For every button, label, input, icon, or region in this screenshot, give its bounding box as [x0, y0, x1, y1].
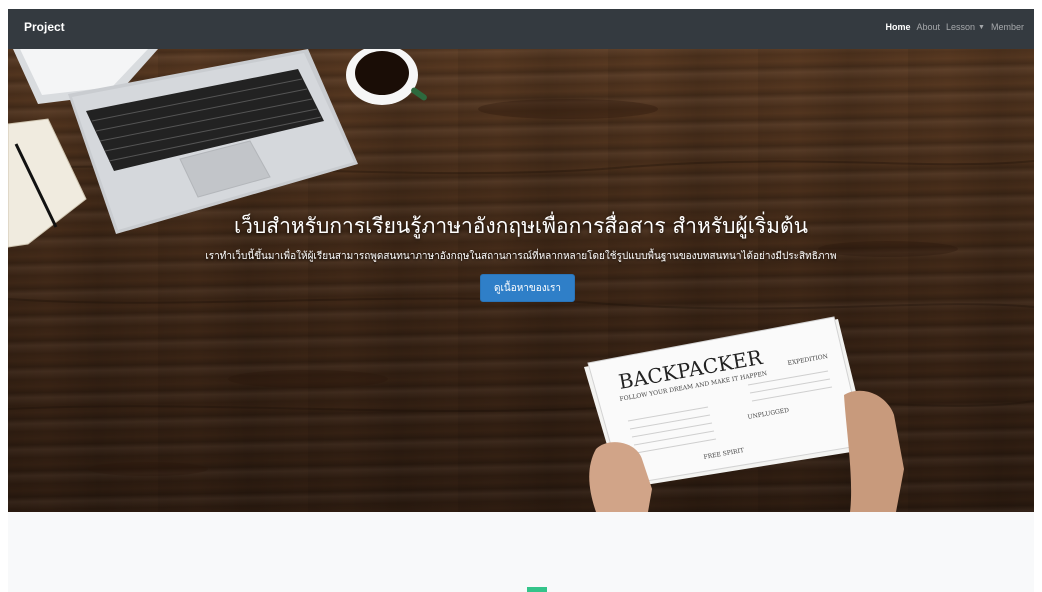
hero-section: BACKPACKER FOLLOW YOUR DREAM AND MAKE IT…: [8, 49, 1034, 512]
navbar: Project Home About Lesson ▼ Member: [8, 9, 1034, 49]
nav-home[interactable]: Home: [885, 22, 910, 32]
coffee-cup-image: [346, 49, 427, 105]
navbar-brand[interactable]: Project: [24, 20, 65, 34]
nav-links: Home About Lesson ▼ Member: [885, 22, 1024, 32]
section-accent-bar: [527, 587, 547, 592]
page-frame: Project Home About Lesson ▼ Member BACKP…: [8, 9, 1034, 592]
nav-member[interactable]: Member: [991, 22, 1024, 32]
nav-lesson[interactable]: Lesson: [946, 22, 975, 32]
view-content-button[interactable]: ดูเนื้อหาของเรา: [480, 274, 575, 302]
nav-lesson-dropdown[interactable]: Lesson ▼: [946, 22, 985, 32]
hero-subtitle: เราทำเว็บนี้ขึ้นมาเพื่อให้ผู้เรียนสามารถ…: [205, 251, 837, 262]
caret-down-icon: ▼: [978, 23, 985, 31]
hero-title: เว็บสำหรับการเรียนรู้ภาษาอังกฤษเพื่อการส…: [233, 214, 809, 238]
nav-about[interactable]: About: [916, 22, 940, 32]
